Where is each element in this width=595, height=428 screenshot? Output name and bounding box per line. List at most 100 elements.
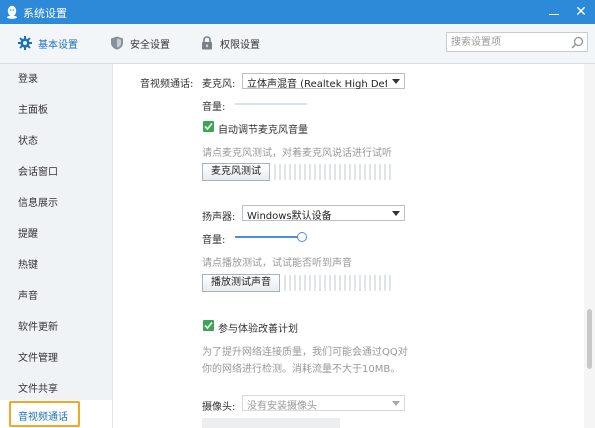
sidebar-item-label: 音视频通话 [18, 412, 68, 423]
meter-tick [319, 164, 321, 180]
speaker-level-meter [284, 275, 396, 291]
camera-select[interactable]: 没有安装摄像头 [242, 395, 405, 412]
meter-tick [304, 275, 306, 291]
meter-tick [294, 275, 296, 291]
experience-plan-desc-line2: 你的网络进行检测。消耗流量不大于10MB。 [202, 364, 401, 375]
meter-tick [384, 275, 386, 291]
meter-tick [314, 275, 316, 291]
meter-tick [284, 164, 286, 180]
sidebar-item-software-update[interactable]: 软件更新 [0, 312, 112, 338]
sidebar-item-login[interactable]: 登录 [0, 64, 112, 90]
meter-tick [354, 275, 356, 291]
meter-tick [329, 164, 331, 180]
experience-plan-desc-line1: 为了提升网络连接质量，我们可能会通过QQ对 [202, 347, 408, 358]
meter-tick [304, 164, 306, 180]
search-icon[interactable] [571, 36, 584, 49]
sidebar-item-label: 主面板 [18, 105, 48, 116]
slider-track [235, 103, 307, 105]
microphone-label: 麦克风: [202, 79, 236, 90]
meter-tick [379, 275, 381, 291]
settings-sidebar: 登录 主面板 状态 会话窗口 信息展示 提醒 热键 声音 软件更新 文件管理 文… [0, 64, 113, 428]
meter-tick [354, 164, 356, 180]
sidebar-item-label: 文件共享 [18, 384, 58, 395]
checkmark-icon [204, 122, 213, 131]
chevron-down-icon [392, 401, 400, 406]
close-button[interactable]: ✕ [571, 2, 591, 22]
sidebar-item-hotkeys[interactable]: 热键 [0, 250, 112, 276]
chevron-down-icon [392, 79, 400, 84]
meter-tick [344, 164, 346, 180]
sidebar-item-label: 信息展示 [18, 198, 58, 209]
meter-tick [274, 164, 276, 180]
meter-tick [324, 164, 326, 180]
sidebar-item-main-panel[interactable]: 主面板 [0, 95, 112, 121]
speaker-volume-slider[interactable] [235, 232, 307, 242]
meter-tick [289, 275, 291, 291]
meter-tick [349, 275, 351, 291]
tab-security-settings[interactable]: 安全设置 [110, 35, 182, 53]
auto-adjust-mic-label: 自动调节麦克风音量 [218, 125, 308, 136]
auto-adjust-mic-checkbox[interactable] [203, 121, 214, 132]
meter-tick [339, 275, 341, 291]
experience-plan-checkbox[interactable] [203, 320, 214, 331]
checkmark-icon [204, 321, 213, 330]
meter-tick [364, 275, 366, 291]
mic-test-hint: 请点麦克风测试，对着麦克风说话进行试听 [202, 148, 392, 159]
meter-tick [309, 275, 311, 291]
title-bar: 系统设置 ✕ [0, 0, 595, 24]
meter-tick [359, 275, 361, 291]
sidebar-item-sound[interactable]: 声音 [0, 281, 112, 307]
slider-thumb[interactable] [297, 232, 307, 242]
meter-tick [314, 164, 316, 180]
speaker-test-button[interactable]: 播放测试声音 [202, 274, 280, 292]
meter-tick [369, 164, 371, 180]
tab-label: 安全设置 [130, 40, 170, 51]
lock-icon [202, 36, 212, 50]
sidebar-item-av-call[interactable]: 音视频通话 [0, 400, 112, 428]
mic-volume-slider[interactable] [235, 99, 307, 109]
microphone-selected-value: 立体声混音 (Realtek High Defi... [247, 79, 387, 90]
content-scrollbar[interactable] [584, 64, 595, 428]
meter-tick [324, 275, 326, 291]
sidebar-item-info-display[interactable]: 信息展示 [0, 188, 112, 214]
speaker-test-hint: 请点播放测试，试试能否听到声音 [202, 258, 352, 269]
meter-tick [374, 275, 376, 291]
sidebar-item-label: 会话窗口 [18, 167, 58, 178]
speaker-selected-value: Windows默认设备 [247, 211, 332, 222]
speaker-select[interactable]: Windows默认设备 [242, 205, 405, 222]
sidebar-item-reminders[interactable]: 提醒 [0, 219, 112, 245]
meter-tick [349, 164, 351, 180]
meter-tick [299, 164, 301, 180]
meter-tick [279, 164, 281, 180]
sidebar-item-label: 提醒 [18, 229, 38, 240]
sidebar-item-file-sharing[interactable]: 文件共享 [0, 374, 112, 400]
gear-icon [18, 36, 32, 50]
mic-test-button[interactable]: 麦克风测试 [202, 163, 270, 181]
sidebar-item-label: 软件更新 [18, 322, 58, 333]
camera-selected-value: 没有安装摄像头 [247, 401, 317, 412]
search-input[interactable] [451, 35, 563, 49]
experience-plan-label: 参与体验改善计划 [218, 324, 298, 335]
meter-tick [339, 164, 341, 180]
section-label: 音视频通话: [140, 79, 194, 90]
tab-permission-settings[interactable]: 权限设置 [200, 35, 272, 53]
tab-basic-settings[interactable]: 基本设置 [18, 35, 90, 53]
meter-tick [284, 275, 286, 291]
sidebar-item-label: 文件管理 [18, 353, 58, 364]
sidebar-item-chat-window[interactable]: 会话窗口 [0, 157, 112, 183]
minimize-button[interactable] [545, 3, 563, 21]
meter-tick [289, 164, 291, 180]
speaker-label: 扬声器: [202, 212, 236, 223]
tab-label: 权限设置 [220, 40, 260, 51]
meter-tick [374, 164, 376, 180]
scrollbar-thumb[interactable] [587, 309, 592, 369]
meter-tick [384, 164, 386, 180]
sidebar-item-status[interactable]: 状态 [0, 126, 112, 152]
mic-level-meter [274, 164, 394, 180]
meter-tick [319, 275, 321, 291]
meter-tick [299, 275, 301, 291]
microphone-select[interactable]: 立体声混音 (Realtek High Defi... [242, 73, 405, 90]
sidebar-item-file-management[interactable]: 文件管理 [0, 343, 112, 369]
av-call-settings-panel: 音视频通话: 麦克风: 立体声混音 (Realtek High Defi... … [113, 64, 583, 428]
search-box[interactable] [446, 32, 588, 52]
